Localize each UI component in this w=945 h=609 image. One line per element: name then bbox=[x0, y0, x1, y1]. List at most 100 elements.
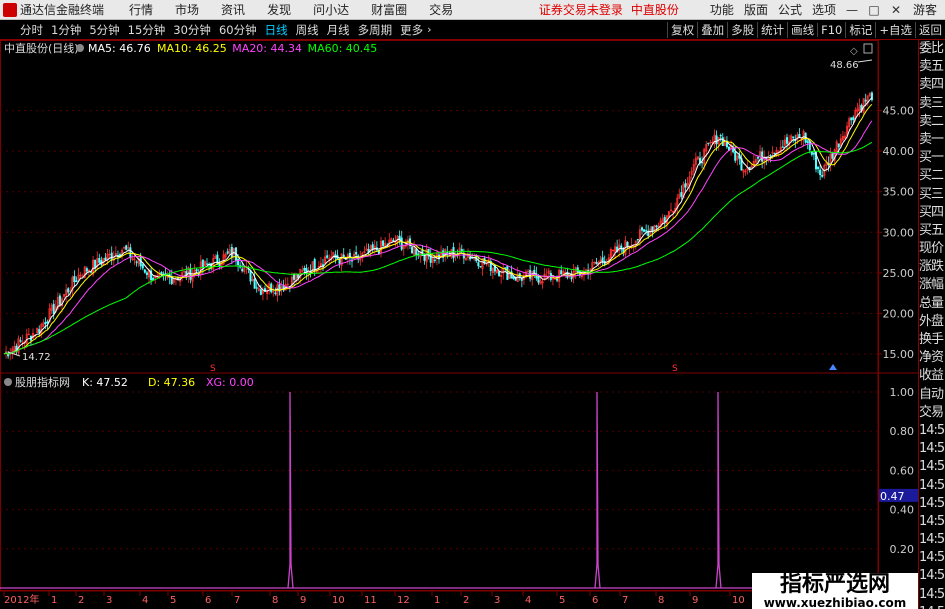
period-timeshare[interactable]: 分时 bbox=[0, 22, 47, 38]
period-daily[interactable]: 日线 bbox=[261, 22, 292, 38]
time-tick-label: 11 bbox=[364, 595, 377, 606]
side-panel-item: 现价 bbox=[919, 241, 944, 257]
side-panel-item: 14:56 bbox=[919, 495, 945, 511]
menu-item-ask[interactable]: 问小达 bbox=[313, 1, 349, 18]
window-icon[interactable] bbox=[863, 43, 873, 54]
candle-body bbox=[226, 251, 229, 254]
btn-overlay[interactable]: 叠加 bbox=[697, 21, 727, 38]
candle-body bbox=[73, 276, 76, 283]
candle-body bbox=[371, 244, 374, 250]
menu-item-formula[interactable]: 公式 bbox=[778, 1, 802, 18]
period-30min[interactable]: 30分钟 bbox=[169, 22, 215, 38]
candle-body bbox=[595, 261, 598, 265]
period-multi[interactable]: 多周期 bbox=[354, 22, 397, 38]
period-1min[interactable]: 1分钟 bbox=[47, 22, 85, 38]
candle-body bbox=[141, 264, 144, 269]
sub-k-label: K: 47.52 bbox=[82, 376, 128, 389]
candle-body bbox=[643, 229, 646, 232]
price-tick-label: 15.00 bbox=[883, 348, 915, 361]
candle-body bbox=[611, 249, 615, 252]
candle-body bbox=[58, 295, 61, 305]
candle-body bbox=[537, 276, 540, 283]
period-more[interactable]: 更多 bbox=[396, 22, 427, 38]
side-panel-item: 外盘 bbox=[919, 313, 944, 329]
btn-adjust[interactable]: 复权 bbox=[667, 21, 697, 38]
kline-chart-svg[interactable]: 中直股份(日线) MA5: 46.76 MA10: 46.25 MA20: 44.34… bbox=[0, 40, 918, 609]
side-panel-item[interactable]: 交易 bbox=[919, 404, 945, 422]
menu-item-options[interactable]: 选项 bbox=[812, 1, 836, 18]
candle-body bbox=[462, 253, 465, 259]
candle-body bbox=[452, 247, 455, 259]
menu-item-layout[interactable]: 版面 bbox=[744, 1, 768, 18]
side-panel-item: 买四 bbox=[919, 204, 944, 220]
btn-draw[interactable]: 画线 bbox=[787, 21, 817, 38]
candle-body bbox=[253, 278, 256, 289]
candle-body bbox=[255, 287, 258, 289]
time-tick-label: 1 bbox=[51, 595, 57, 606]
user-label[interactable]: 游客 bbox=[913, 1, 937, 18]
candle-body bbox=[19, 340, 22, 342]
menu-item-quotes[interactable]: 行情 bbox=[129, 1, 153, 18]
menu-item-function[interactable]: 功能 bbox=[710, 1, 734, 18]
candle-body bbox=[756, 157, 760, 159]
btn-mark[interactable]: 标记 bbox=[845, 21, 875, 38]
triangle-marker-icon bbox=[829, 364, 837, 370]
candle-body bbox=[626, 241, 629, 247]
menu-item-market[interactable]: 市场 bbox=[175, 1, 199, 18]
side-panel-item[interactable]: 自动 bbox=[919, 386, 945, 404]
period-weekly[interactable]: 周线 bbox=[292, 22, 323, 38]
maximize-icon[interactable]: □ bbox=[863, 3, 885, 17]
chevron-right-icon[interactable]: › bbox=[427, 23, 431, 36]
btn-f10[interactable]: F10 bbox=[817, 22, 845, 37]
period-5min[interactable]: 5分钟 bbox=[85, 22, 123, 38]
period-monthly[interactable]: 月线 bbox=[323, 22, 354, 38]
candle-body bbox=[655, 225, 658, 227]
candle-body bbox=[433, 259, 436, 261]
btn-back[interactable]: 返回 bbox=[915, 21, 945, 38]
side-panel-item: 买一 bbox=[919, 150, 944, 166]
menu-item-wealth[interactable]: 财富圈 bbox=[371, 1, 407, 18]
login-status[interactable]: 证券交易未登录 bbox=[539, 1, 623, 18]
time-tick-label: 2 bbox=[463, 595, 469, 606]
time-tick-label: 10 bbox=[332, 595, 345, 606]
candle-body bbox=[129, 247, 132, 258]
time-tick-label: 4 bbox=[142, 595, 148, 606]
time-tick-label: 9 bbox=[300, 595, 306, 606]
candle-body bbox=[423, 255, 426, 261]
candle-body bbox=[313, 259, 316, 271]
time-tick-label: 6 bbox=[205, 595, 211, 606]
settings-circle-icon[interactable] bbox=[76, 44, 84, 52]
ma-legend-2: MA20: 44.34 bbox=[232, 42, 302, 55]
price-tick-label: 45.00 bbox=[883, 105, 915, 118]
btn-multi-stock[interactable]: 多股 bbox=[727, 21, 757, 38]
candle-body bbox=[411, 247, 414, 254]
btn-stats[interactable]: 统计 bbox=[757, 21, 787, 38]
candle-body bbox=[709, 142, 712, 144]
candle-body bbox=[392, 239, 395, 242]
candle-body bbox=[551, 278, 554, 280]
side-panel-item: 14:56 bbox=[919, 550, 945, 566]
event-marker-1: S bbox=[672, 364, 678, 374]
sub-settings-circle-icon[interactable] bbox=[4, 378, 12, 386]
candle-body bbox=[744, 171, 747, 173]
chart-area[interactable]: 中直股份(日线) MA5: 46.76 MA10: 46.25 MA20: 44.34… bbox=[0, 40, 918, 609]
candle-body bbox=[52, 303, 55, 314]
period-15min[interactable]: 15分钟 bbox=[124, 22, 170, 38]
watermark-title: 指标严选网 bbox=[779, 572, 890, 597]
diamond-icon: ◇ bbox=[850, 46, 858, 57]
current-stock-name: 中直股份 bbox=[630, 3, 679, 17]
candle-body bbox=[651, 226, 654, 232]
period-60min[interactable]: 60分钟 bbox=[215, 22, 261, 38]
candle-body bbox=[110, 252, 113, 261]
menu-item-news[interactable]: 资讯 bbox=[221, 1, 245, 18]
candle-body bbox=[684, 183, 687, 188]
btn-add-watch[interactable]: +自选 bbox=[875, 21, 915, 38]
minimize-icon[interactable]: — bbox=[841, 3, 863, 17]
menu-item-trade[interactable]: 交易 bbox=[429, 1, 453, 18]
candle-body bbox=[94, 259, 97, 269]
candle-body bbox=[640, 227, 644, 231]
candle-body bbox=[183, 271, 186, 273]
candle-body bbox=[734, 151, 737, 161]
menu-item-discover[interactable]: 发现 bbox=[267, 1, 291, 18]
close-icon[interactable]: ✕ bbox=[885, 3, 907, 17]
